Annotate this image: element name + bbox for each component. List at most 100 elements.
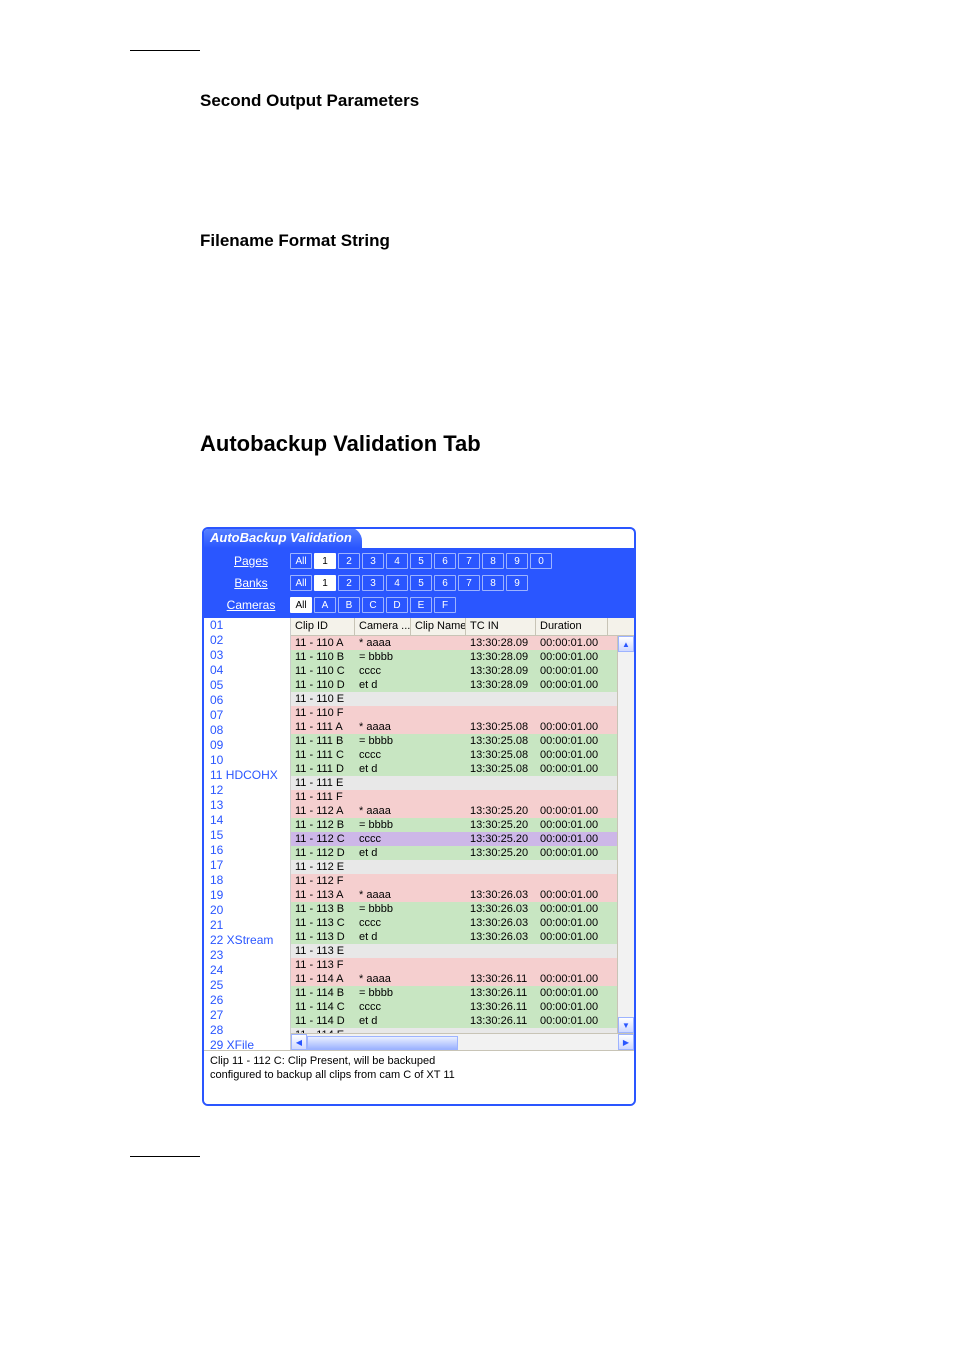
- filter-chip-camera-b[interactable]: B: [338, 597, 360, 613]
- sidebar-item[interactable]: 29 XFile: [204, 1038, 290, 1050]
- col-camera[interactable]: Camera ...: [355, 618, 411, 635]
- filter-chip-camera-e[interactable]: E: [410, 597, 432, 613]
- filter-chip-bank-9[interactable]: 9: [506, 575, 528, 591]
- table-row[interactable]: 11 - 110 E: [291, 692, 617, 706]
- sidebar-item[interactable]: 14: [204, 813, 290, 828]
- sidebar-item[interactable]: 23: [204, 948, 290, 963]
- filter-chip-bank-3[interactable]: 3: [362, 575, 384, 591]
- sidebar-item[interactable]: 15: [204, 828, 290, 843]
- filter-label-pages[interactable]: Pages: [212, 554, 290, 568]
- sidebar-item[interactable]: 02: [204, 633, 290, 648]
- filter-chip-page-6[interactable]: 6: [434, 553, 456, 569]
- sidebar-item[interactable]: 05: [204, 678, 290, 693]
- filter-chip-bank-all[interactable]: All: [290, 575, 312, 591]
- sidebar-item[interactable]: 19: [204, 888, 290, 903]
- scroll-left-icon[interactable]: ◀: [291, 1034, 307, 1050]
- vertical-scrollbar[interactable]: ▲ ▼: [617, 636, 634, 1033]
- sidebar-item[interactable]: 18: [204, 873, 290, 888]
- filter-chip-page-4[interactable]: 4: [386, 553, 408, 569]
- sidebar-item[interactable]: 25: [204, 978, 290, 993]
- table-row[interactable]: 11 - 110 B= bbbb13:30:28.0900:00:01.00: [291, 650, 617, 664]
- sidebar-item[interactable]: 26: [204, 993, 290, 1008]
- filter-chip-page-7[interactable]: 7: [458, 553, 480, 569]
- sidebar-item[interactable]: 13: [204, 798, 290, 813]
- sidebar-item[interactable]: 03: [204, 648, 290, 663]
- sidebar-item[interactable]: 11 HDCOHX: [204, 768, 290, 783]
- filter-chip-page-1[interactable]: 1: [314, 553, 336, 569]
- sidebar-item[interactable]: 08: [204, 723, 290, 738]
- scroll-up-icon[interactable]: ▲: [618, 636, 634, 652]
- table-row[interactable]: 11 - 112 F: [291, 874, 617, 888]
- table-row[interactable]: 11 - 111 E: [291, 776, 617, 790]
- filter-chip-bank-6[interactable]: 6: [434, 575, 456, 591]
- table-row[interactable]: 11 - 111 D et d13:30:25.0800:00:01.00: [291, 762, 617, 776]
- sidebar-item[interactable]: 20: [204, 903, 290, 918]
- table-row[interactable]: 11 - 111 B= bbbb13:30:25.0800:00:01.00: [291, 734, 617, 748]
- filter-chip-bank-8[interactable]: 8: [482, 575, 504, 591]
- filter-chip-page-all[interactable]: All: [290, 553, 312, 569]
- sidebar-item[interactable]: 24: [204, 963, 290, 978]
- table-row[interactable]: 11 - 114 A* aaaa13:30:26.1100:00:01.00: [291, 972, 617, 986]
- sidebar-item[interactable]: 06: [204, 693, 290, 708]
- table-row[interactable]: 11 - 110 D et d13:30:28.0900:00:01.00: [291, 678, 617, 692]
- sidebar-item[interactable]: 12: [204, 783, 290, 798]
- filter-chip-bank-5[interactable]: 5: [410, 575, 432, 591]
- col-tc-in[interactable]: TC IN: [466, 618, 536, 635]
- table-row[interactable]: 11 - 114 C cccc13:30:26.1100:00:01.00: [291, 1000, 617, 1014]
- filter-chip-page-9[interactable]: 9: [506, 553, 528, 569]
- table-row[interactable]: 11 - 110 C cccc13:30:28.0900:00:01.00: [291, 664, 617, 678]
- sidebar-item[interactable]: 07: [204, 708, 290, 723]
- filter-chip-bank-7[interactable]: 7: [458, 575, 480, 591]
- sidebar-item[interactable]: 17: [204, 858, 290, 873]
- filter-chip-page-5[interactable]: 5: [410, 553, 432, 569]
- col-clip-id[interactable]: Clip ID: [291, 618, 355, 635]
- col-duration[interactable]: Duration: [536, 618, 608, 635]
- filter-label-banks[interactable]: Banks: [212, 576, 290, 590]
- table-row[interactable]: 11 - 111 A* aaaa13:30:25.0800:00:01.00: [291, 720, 617, 734]
- sidebar-item[interactable]: 28: [204, 1023, 290, 1038]
- filter-chip-camera-all[interactable]: All: [290, 597, 312, 613]
- sidebar-item[interactable]: 01: [204, 618, 290, 633]
- table-row[interactable]: 11 - 112 D et d13:30:25.2000:00:01.00: [291, 846, 617, 860]
- filter-chip-page-2[interactable]: 2: [338, 553, 360, 569]
- filter-chip-page-3[interactable]: 3: [362, 553, 384, 569]
- table-row[interactable]: 11 - 113 B= bbbb13:30:26.0300:00:01.00: [291, 902, 617, 916]
- table-row[interactable]: 11 - 113 F: [291, 958, 617, 972]
- table-row[interactable]: 11 - 110 A* aaaa13:30:28.0900:00:01.00: [291, 636, 617, 650]
- scroll-thumb[interactable]: [307, 1036, 458, 1050]
- filter-chip-bank-2[interactable]: 2: [338, 575, 360, 591]
- filter-chip-camera-c[interactable]: C: [362, 597, 384, 613]
- table-row[interactable]: 11 - 111 F: [291, 790, 617, 804]
- horizontal-scrollbar[interactable]: ◀ ▶: [291, 1033, 634, 1050]
- table-row[interactable]: 11 - 112 A* aaaa13:30:25.2000:00:01.00: [291, 804, 617, 818]
- table-row[interactable]: 11 - 112 B= bbbb13:30:25.2000:00:01.00: [291, 818, 617, 832]
- col-clip-name[interactable]: Clip Name: [411, 618, 466, 635]
- table-row[interactable]: 11 - 111 C cccc13:30:25.0800:00:01.00: [291, 748, 617, 762]
- scroll-right-icon[interactable]: ▶: [618, 1034, 634, 1050]
- sidebar-item[interactable]: 22 XStream: [204, 933, 290, 948]
- table-row[interactable]: 11 - 112 E: [291, 860, 617, 874]
- table-row[interactable]: 11 - 110 F: [291, 706, 617, 720]
- filter-chip-bank-1[interactable]: 1: [314, 575, 336, 591]
- sidebar-item[interactable]: 21: [204, 918, 290, 933]
- sidebar-item[interactable]: 09: [204, 738, 290, 753]
- scroll-down-icon[interactable]: ▼: [618, 1017, 634, 1033]
- filter-chip-camera-d[interactable]: D: [386, 597, 408, 613]
- filter-label-cameras[interactable]: Cameras: [212, 598, 290, 612]
- table-row[interactable]: 11 - 113 E: [291, 944, 617, 958]
- sidebar-item[interactable]: 04: [204, 663, 290, 678]
- filter-chip-bank-4[interactable]: 4: [386, 575, 408, 591]
- filter-chip-page-0[interactable]: 0: [530, 553, 552, 569]
- table-row[interactable]: 11 - 113 A* aaaa13:30:26.0300:00:01.00: [291, 888, 617, 902]
- table-row[interactable]: 11 - 114 D et d13:30:26.1100:00:01.00: [291, 1014, 617, 1028]
- table-row[interactable]: 11 - 112 C cccc13:30:25.2000:00:01.00: [291, 832, 617, 846]
- table-row[interactable]: 11 - 114 B= bbbb13:30:26.1100:00:01.00: [291, 986, 617, 1000]
- table-row[interactable]: 11 - 113 C cccc13:30:26.0300:00:01.00: [291, 916, 617, 930]
- sidebar-item[interactable]: 27: [204, 1008, 290, 1023]
- table-row[interactable]: 11 - 113 D et d13:30:26.0300:00:01.00: [291, 930, 617, 944]
- filter-chip-page-8[interactable]: 8: [482, 553, 504, 569]
- sidebar-item[interactable]: 16: [204, 843, 290, 858]
- sidebar-item[interactable]: 10: [204, 753, 290, 768]
- filter-chip-camera-f[interactable]: F: [434, 597, 456, 613]
- filter-chip-camera-a[interactable]: A: [314, 597, 336, 613]
